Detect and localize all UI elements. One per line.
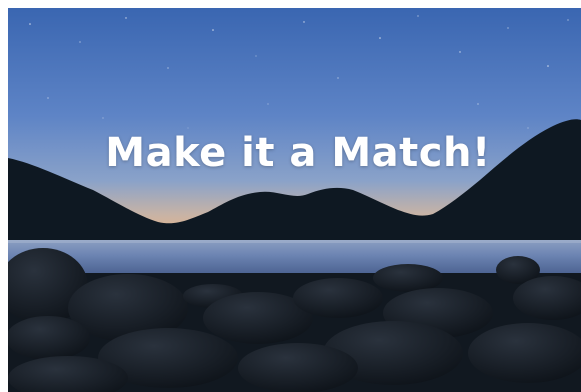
hero-headline: Make it a Match! [105, 130, 491, 176]
hero-banner: Make it a Match! [8, 8, 581, 392]
night-lake-mountains-image [8, 8, 581, 392]
